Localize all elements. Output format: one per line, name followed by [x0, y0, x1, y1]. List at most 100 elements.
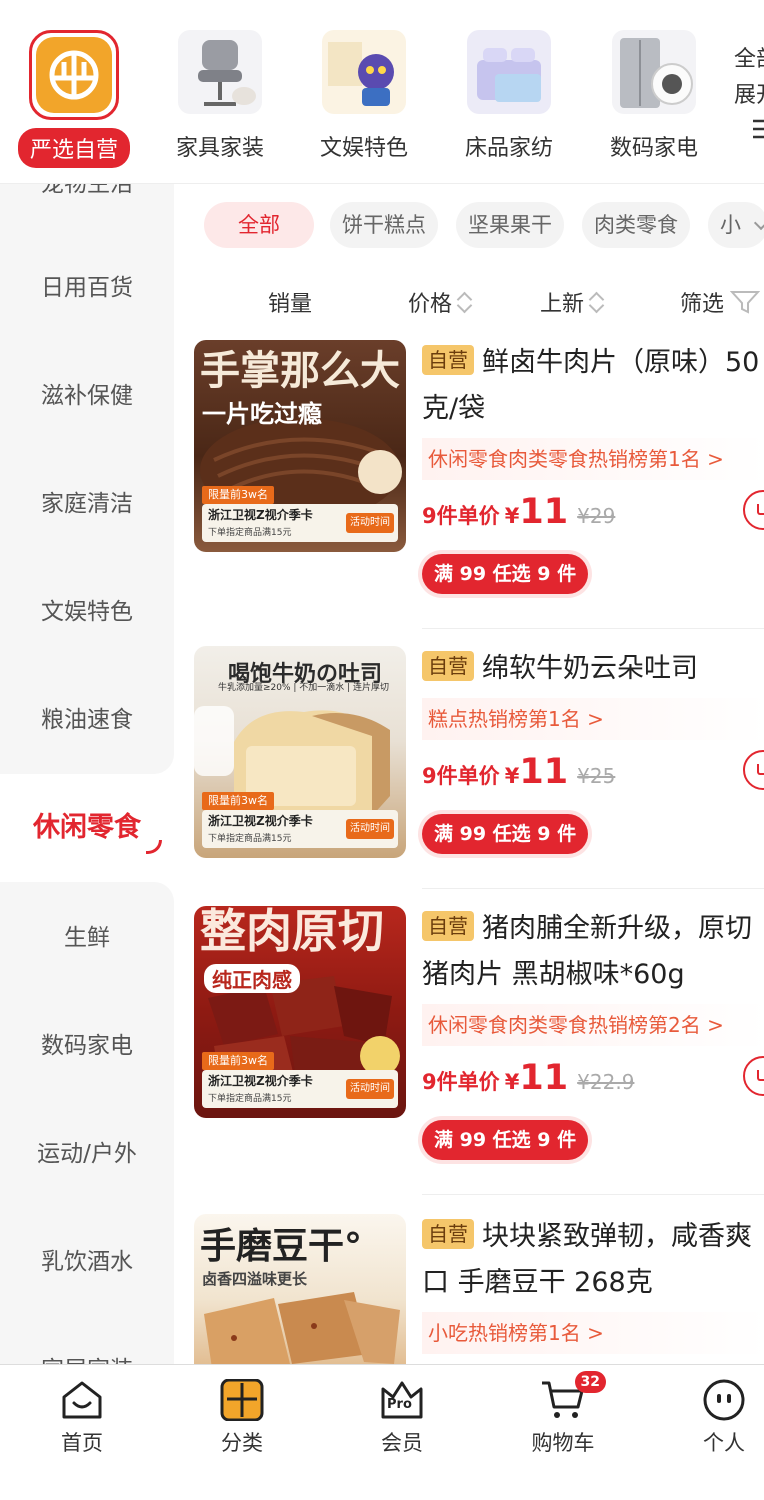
product-title[interactable]: 自营 猪肉脯全新升级，原切猪肉片 黑胡椒味*60g	[422, 906, 764, 998]
image-limit-tag: 限量前3w名	[202, 792, 274, 810]
filter-button[interactable]: 筛选	[680, 286, 761, 318]
banner-time: 活动时间	[346, 819, 394, 839]
multi-buy-label: 9件单价	[422, 1070, 500, 1094]
image-subhead: 一片吃过瘾	[202, 400, 322, 428]
top-category-label: 数码家电	[609, 136, 698, 161]
price-value: 11	[519, 1058, 569, 1098]
product-title[interactable]: 自营 块块紧致弹韧，咸香爽口 手磨豆干 268克	[422, 1214, 764, 1306]
tab-profile[interactable]: 个人	[664, 1379, 764, 1457]
promo-tag[interactable]: 满 99 任选 9 件	[422, 1120, 589, 1160]
tab-category[interactable]: 分类	[182, 1378, 302, 1457]
price-line: 9件单价 ¥11 ¥25	[422, 750, 764, 792]
sidebar-item-sports[interactable]: 运动/户外	[0, 1100, 174, 1208]
yanxuan-logo-icon	[29, 30, 119, 120]
product-title[interactable]: 自营 绵软牛奶云朵吐司	[422, 646, 764, 692]
original-price: ¥29	[577, 504, 616, 528]
tab-label: 会员	[381, 1431, 423, 1455]
image-limit-tag: 限量前3w名	[202, 486, 274, 504]
rank-link[interactable]: 小吃热销榜第1名 >	[422, 1312, 764, 1354]
sort-sales[interactable]: 销量	[268, 286, 312, 318]
price-value: 11	[519, 752, 569, 792]
subcat-meat-snacks[interactable]: 肉类零食	[582, 202, 690, 248]
currency-symbol: ¥	[504, 764, 520, 788]
top-category-strip: 严选自营 家具家装 文娱特色 床品家纺 数码家电 全 展	[0, 0, 764, 184]
product-title[interactable]: 自营 鲜卤牛肉片（原味）50克/袋	[422, 340, 764, 432]
sort-new[interactable]: 上新	[540, 286, 602, 318]
product-info: 自营 块块紧致弹韧，咸香爽口 手磨豆干 268克 小吃热销榜第1名 >	[422, 1214, 764, 1354]
product-info: 自营 鲜卤牛肉片（原味）50克/袋 休闲零食肉类零食热销榜第1名 > 9件单价 ¥…	[422, 340, 764, 594]
home-icon	[59, 1379, 105, 1421]
image-promo-banner: 浙江卫视Z视介季卡 下单指定商品满15元 活动时间	[202, 1070, 398, 1108]
banner-sub: 下单指定商品满15元	[208, 1094, 292, 1104]
menu-icon	[734, 118, 764, 144]
cart-count-badge: 32	[574, 1371, 606, 1393]
add-to-cart-button[interactable]	[743, 750, 764, 790]
tab-member[interactable]: Pro 会员	[342, 1379, 462, 1457]
banner-title: 浙江卫视Z视介季卡	[208, 508, 313, 522]
subcat-more[interactable]: 小	[708, 202, 764, 248]
sidebar-item-digital[interactable]: 数码家电	[0, 992, 174, 1100]
sort-price[interactable]: 价格	[408, 286, 470, 318]
tab-label: 分类	[221, 1431, 263, 1455]
profile-icon	[701, 1379, 747, 1421]
multi-buy-label: 9件单价	[422, 504, 500, 528]
multi-buy-label: 9件单价	[422, 764, 500, 788]
add-to-cart-button[interactable]	[743, 490, 764, 530]
banner-title: 浙江卫视Z视介季卡	[208, 1074, 313, 1088]
sidebar-item-pets[interactable]: 宠物生活	[0, 184, 174, 238]
subcat-nuts[interactable]: 坚果果干	[456, 202, 564, 248]
product-title-text: 绵软牛奶云朵吐司	[482, 653, 698, 684]
subcat-all[interactable]: 全部	[204, 202, 314, 248]
self-operated-badge: 自营	[422, 651, 474, 681]
product-card[interactable]: 手磨豆干° 卤香四溢味更长 自营 块块紧致弹韧，咸香爽口 手磨豆干 268克 小吃…	[194, 1214, 764, 1364]
tab-label: 购物车	[531, 1431, 595, 1455]
tab-cart[interactable]: 32 购物车	[503, 1371, 623, 1457]
subcat-biscuits[interactable]: 饼干糕点	[330, 202, 438, 248]
top-category-digital[interactable]: 数码家电	[594, 30, 714, 162]
product-image[interactable]: 手掌那么大 一片吃过瘾 限量前3w名 浙江卫视Z视介季卡 下单指定商品满15元 …	[194, 340, 406, 552]
banner-time: 活动时间	[346, 1079, 394, 1099]
chevron-down-icon	[753, 215, 764, 231]
promo-tag[interactable]: 满 99 任选 9 件	[422, 554, 589, 594]
top-category-furniture[interactable]: 家具家装	[160, 30, 280, 162]
sidebar-item-drinks[interactable]: 乳饮酒水	[0, 1208, 174, 1316]
figure-icon	[322, 30, 406, 114]
sort-arrows-icon	[458, 291, 470, 313]
banner-sub: 下单指定商品满15元	[208, 528, 292, 538]
sidebar-item-supplements[interactable]: 滋补保健	[0, 342, 174, 450]
tab-home[interactable]: 首页	[22, 1379, 142, 1457]
pro-member-icon: Pro	[379, 1379, 425, 1421]
product-info: 自营 绵软牛奶云朵吐司 糕点热销榜第1名 > 9件单价 ¥11 ¥25 满 99 …	[422, 646, 764, 854]
self-operated-badge: 自营	[422, 1219, 474, 1249]
top-category-label: 文娱特色	[319, 136, 408, 161]
add-to-cart-button[interactable]	[743, 1056, 764, 1096]
top-category-yanxuan[interactable]: 严选自营	[14, 30, 134, 168]
filter-icon	[730, 291, 761, 314]
expand-all-categories[interactable]: 全部 展开	[734, 42, 764, 144]
cart-icon: 32	[540, 1371, 606, 1421]
product-image[interactable]: 喝饱牛奶の吐司 牛乳添加量≥20% | 不加一滴水 | 连片厚切 限量前3w名 …	[194, 646, 406, 858]
image-subhead: 牛乳添加量≥20% | 不加一滴水 | 连片厚切	[218, 683, 390, 693]
image-headline: 手掌那么大	[200, 348, 400, 394]
product-image[interactable]: 手磨豆干° 卤香四溢味更长	[194, 1214, 406, 1364]
rank-link[interactable]: 糕点热销榜第1名 >	[422, 698, 764, 740]
product-info: 自营 猪肉脯全新升级，原切猪肉片 黑胡椒味*60g 休闲零食肉类零食热销榜第2名 …	[422, 906, 764, 1160]
top-category-entertainment[interactable]: 文娱特色	[304, 30, 424, 162]
expand-label-line2: 展开	[734, 83, 764, 108]
original-price: ¥25	[577, 764, 616, 788]
rank-link[interactable]: 休闲零食肉类零食热销榜第2名 >	[422, 1004, 764, 1046]
sidebar-item-fresh[interactable]: 生鲜	[0, 884, 174, 992]
product-image[interactable]: 整肉原切 纯正肉感 限量前3w名 浙江卫视Z视介季卡 下单指定商品满15元 活动…	[194, 906, 406, 1118]
self-operated-badge: 自营	[422, 911, 474, 941]
rank-link[interactable]: 休闲零食肉类零食热销榜第1名 >	[422, 438, 764, 480]
sidebar-item-entertainment[interactable]: 文娱特色	[0, 558, 174, 666]
top-category-label: 家具家装	[175, 136, 264, 161]
sidebar-item-daily[interactable]: 日用百货	[0, 234, 174, 342]
top-category-bedding[interactable]: 床品家纺	[449, 30, 569, 162]
sidebar-item-snacks[interactable]: 休闲零食	[0, 774, 174, 882]
image-subhead: 纯正肉感	[204, 964, 300, 993]
price-value: 11	[519, 492, 569, 532]
promo-tag[interactable]: 满 99 任选 9 件	[422, 814, 589, 854]
sidebar-item-home[interactable]: 家居家装	[0, 1316, 174, 1364]
sidebar-item-cleaning[interactable]: 家庭清洁	[0, 450, 174, 558]
